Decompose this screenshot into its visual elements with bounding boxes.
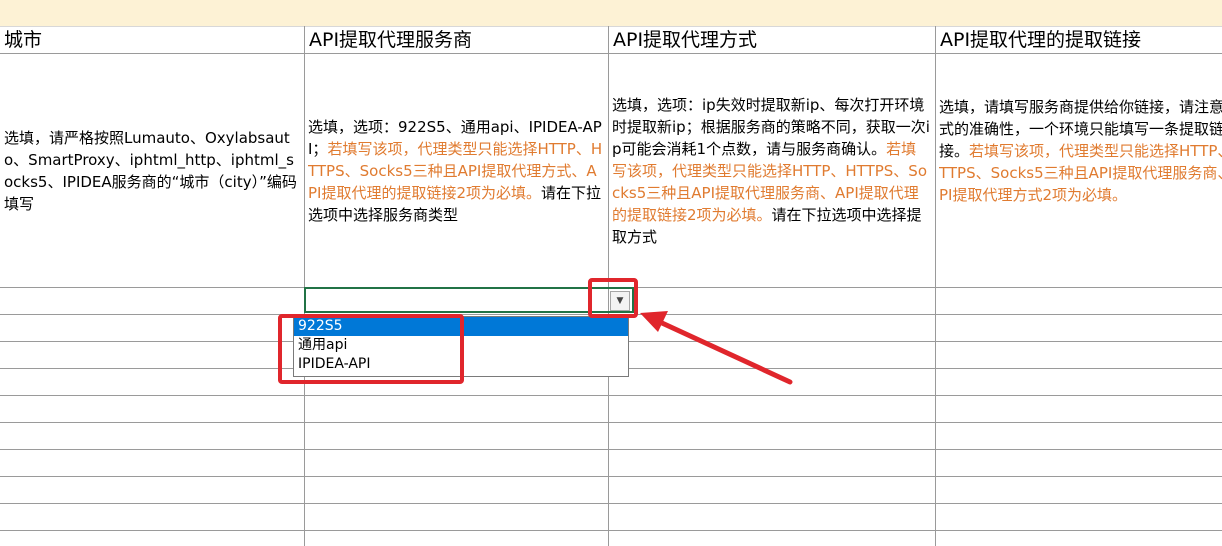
annotation-arrow-icon (640, 311, 793, 385)
